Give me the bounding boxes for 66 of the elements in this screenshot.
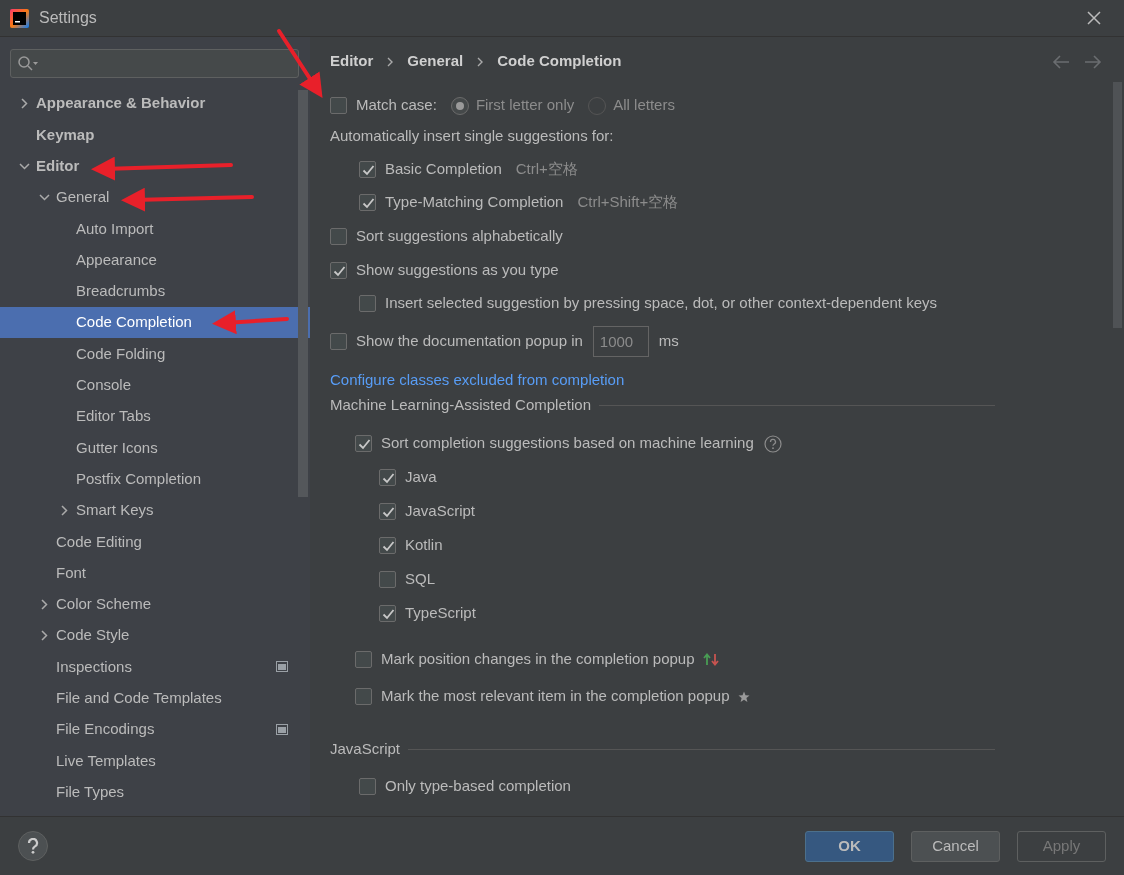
tree-item[interactable]: File Encodings [0,713,310,746]
tree-item[interactable]: Smart Keys [0,494,310,527]
tree-item[interactable]: File and Code Templates [0,682,310,714]
tree-item[interactable]: Font [0,557,310,589]
checkbox[interactable]: Insert selected suggestion by pressing space, dot, or other context-dependent keys [359,292,937,315]
shortcut-hint: Ctrl+Shift+空格 [577,192,679,213]
tree-item[interactable]: Editor [0,150,310,182]
tree-item[interactable]: Inspections [0,651,310,683]
forward-arrow-icon [1084,53,1102,70]
chevron-right-icon [476,56,485,67]
checkbox[interactable]: TypeScript [379,602,476,625]
checkbox[interactable]: Mark the most relevant item in the completion popup [355,685,730,708]
unit-label: ms [658,331,679,352]
checkbox[interactable]: JavaScript [379,500,476,523]
tree-item[interactable]: Gutter Icons [0,432,310,464]
help-icon [27,838,39,854]
tree-item[interactable]: Code Folding [0,338,310,370]
close-icon [1086,10,1102,26]
section-label: Automatically insert single suggestions for: [330,126,614,147]
checkbox[interactable]: Match case: [330,94,437,117]
checkbox[interactable]: Only type-based completion [359,775,571,798]
section-title: JavaScript [330,739,401,760]
annotation-arrow [277,29,323,99]
help-button[interactable] [18,831,48,861]
tree-item[interactable]: Postfix Completion [0,463,310,495]
checkbox[interactable]: Java [379,466,437,489]
checkbox[interactable]: Mark position changes in the completion popup [355,648,695,671]
breadcrumb-item[interactable]: General [407,50,464,73]
tree-item[interactable]: Keymap [0,119,310,151]
shortcut-hint: Ctrl+空格 [515,159,578,180]
tree-item[interactable]: File Types [0,776,310,808]
checkbox[interactable]: Basic Completion [359,158,502,181]
checkbox[interactable]: Show suggestions as you type [330,259,559,282]
tree-item[interactable]: Console [0,369,310,401]
tree-item[interactable]: Code Completion [0,307,310,339]
tree-item[interactable]: Auto Import [0,213,310,245]
scrollbar[interactable] [298,90,308,497]
back-arrow-icon [1052,53,1070,70]
app-icon [10,8,29,28]
window-title: Settings [39,8,97,28]
search-field[interactable] [10,49,299,78]
link[interactable]: Configure classes excluded from completion [330,369,625,392]
chevron-right-icon [386,56,395,67]
tree-item[interactable]: Live Templates [0,745,310,777]
tree-item[interactable]: Code Style [0,620,310,652]
tree-item[interactable]: Color Scheme [0,588,310,621]
dialog-button[interactable]: Cancel [911,830,1000,862]
tree-item[interactable]: Appearance & Behavior [0,88,310,120]
breadcrumb-item[interactable]: Editor [330,50,374,73]
tree-item[interactable]: Breadcrumbs [0,275,310,308]
tree-item[interactable]: Code Editing [0,526,310,558]
tree-item[interactable]: Appearance [0,244,310,276]
breadcrumb-item[interactable]: Code Completion [497,50,622,73]
checkbox[interactable]: Kotlin [379,534,443,557]
up-down-arrows-icon [702,653,719,666]
checkbox[interactable]: SQL [379,568,435,591]
checkbox[interactable]: Type-Matching Completion [359,191,564,214]
dialog-button[interactable]: OK [805,830,894,862]
search-icon [17,54,39,73]
help-icon [763,434,782,453]
star-icon [737,690,750,703]
checkbox[interactable]: Sort completion suggestions based on machine learning [355,432,754,455]
checkbox[interactable]: Sort suggestions alphabetically [330,225,563,248]
tree-item[interactable]: General [0,181,310,214]
section-title: Machine Learning-Assisted Completion [330,395,591,416]
tree-item[interactable]: Editor Tabs [0,400,310,433]
